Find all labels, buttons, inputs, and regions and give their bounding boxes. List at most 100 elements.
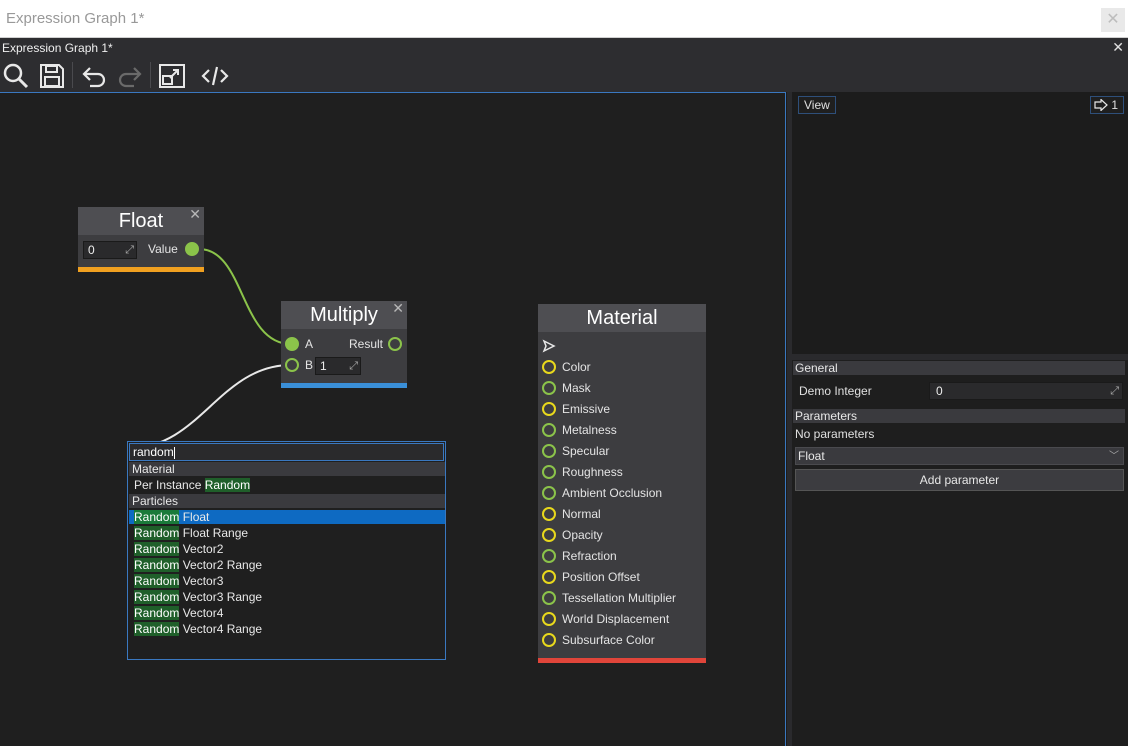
material-node-type-bar: [538, 658, 706, 663]
material-input-label: Color: [562, 360, 591, 374]
show-whole-graph-icon: [159, 64, 185, 88]
search-result-match: Random: [134, 558, 180, 572]
arrow-right-icon: [1094, 99, 1108, 111]
material-input-label: Roughness: [562, 465, 623, 479]
chevron-down-icon: ﹀: [1109, 451, 1119, 462]
preview-count-button[interactable]: 1: [1090, 96, 1124, 114]
drag-resize-icon[interactable]: ⤢: [349, 358, 358, 374]
material-input-port[interactable]: [542, 444, 556, 458]
material-input-port[interactable]: [542, 612, 556, 626]
search-group-header[interactable]: Particles: [129, 494, 445, 508]
parameter-type-value: Float: [798, 449, 825, 463]
multiply-input-b-port[interactable]: [285, 358, 299, 372]
multiply-input-a-port[interactable]: [285, 337, 299, 351]
search-result-item[interactable]: Random Vector4: [129, 606, 445, 620]
search-result-item[interactable]: Random Vector4 Range: [129, 622, 445, 636]
material-input-port[interactable]: [542, 633, 556, 647]
multiply-node-title: Multiply ✕: [281, 300, 407, 329]
search-result-item[interactable]: Random Vector3: [129, 574, 445, 588]
float-to-multiply-wire: [198, 248, 292, 345]
undo-button[interactable]: [80, 62, 108, 90]
search-result-suffix: Vector2 Range: [179, 558, 263, 572]
material-input-label: Refraction: [562, 549, 617, 563]
material-input-port[interactable]: [542, 549, 556, 563]
float-value-input[interactable]: 0 ⤢: [83, 241, 137, 259]
node-search-input[interactable]: random: [129, 443, 444, 461]
search-result-item[interactable]: Random Vector2: [129, 542, 445, 556]
show-source-code-button[interactable]: [200, 62, 229, 90]
search-result-suffix: Vector3 Range: [179, 590, 263, 604]
float-node[interactable]: Float ✕ 0 ⤢ Value: [78, 206, 204, 272]
search-group-header[interactable]: Material: [129, 462, 445, 476]
material-input-port[interactable]: [542, 465, 556, 479]
material-input-port[interactable]: [542, 486, 556, 500]
node-search-popup: random Material Per Instance Random Partic…: [127, 441, 446, 660]
pending-connection-wire: [129, 364, 292, 449]
material-input-port[interactable]: [542, 507, 556, 521]
parameters-section-header[interactable]: Parameters: [793, 409, 1125, 423]
material-input-port[interactable]: [542, 423, 556, 437]
search-result-item[interactable]: Random Float: [129, 510, 445, 524]
material-input-port[interactable]: [542, 381, 556, 395]
search-result-suffix: Vector2: [179, 542, 224, 556]
material-input-port[interactable]: [542, 402, 556, 416]
window-close-button[interactable]: ✕: [1101, 8, 1125, 32]
multiply-b-value-text: 1: [320, 359, 327, 373]
material-input-port[interactable]: [542, 570, 556, 584]
float-output-port[interactable]: [185, 242, 199, 256]
material-node[interactable]: Material Color Mask Emissive Metalness Specu…: [538, 304, 706, 663]
editor-tab-title: Expression Graph 1*: [2, 41, 113, 55]
save-button[interactable]: [38, 62, 66, 90]
float-node-close-button[interactable]: ✕: [189, 200, 201, 228]
editor-tab-bar: Expression Graph 1* ✕: [0, 38, 1128, 58]
save-icon: [40, 64, 64, 88]
search-result-item[interactable]: Random Float Range: [129, 526, 445, 540]
editor-tab-close-button[interactable]: ✕: [1112, 39, 1124, 56]
drag-resize-icon[interactable]: ⤢: [1110, 383, 1119, 399]
material-input-label: Subsurface Color: [562, 633, 655, 647]
demo-integer-label: Demo Integer: [799, 384, 872, 398]
search-result-suffix: Float: [179, 510, 210, 524]
multiply-node-close-button[interactable]: ✕: [392, 294, 404, 322]
no-parameters-text: No parameters: [795, 427, 875, 441]
add-parameter-button[interactable]: Add parameter: [795, 469, 1124, 491]
material-input-label: Tessellation Multiplier: [562, 591, 677, 605]
search-result-match: Random: [134, 574, 180, 588]
material-input-port[interactable]: [542, 528, 556, 542]
float-value-text: 0: [88, 243, 95, 257]
show-whole-graph-button[interactable]: [158, 62, 186, 90]
search-result-prefix: Per Instance: [134, 478, 205, 492]
demo-integer-input[interactable]: 0 ⤢: [929, 382, 1123, 400]
material-input-port[interactable]: [542, 591, 556, 605]
search-result-item[interactable]: Per Instance Random: [129, 478, 445, 492]
toolbar-separator: [150, 62, 151, 88]
search-result-item[interactable]: Random Vector2 Range: [129, 558, 445, 572]
multiply-node[interactable]: Multiply ✕ A Result B 1 ⤢: [281, 300, 407, 388]
execution-input-icon[interactable]: [542, 339, 556, 353]
search-result-suffix: Vector3: [179, 574, 224, 588]
search-button[interactable]: [2, 62, 30, 90]
multiply-node-type-bar: [281, 383, 407, 388]
parameter-type-dropdown[interactable]: Float ﹀: [795, 447, 1124, 465]
material-input-port[interactable]: [542, 360, 556, 374]
search-icon: [3, 63, 29, 89]
material-node-title: Material: [538, 304, 706, 332]
multiply-b-value-input[interactable]: 1 ⤢: [315, 357, 361, 375]
redo-button[interactable]: [116, 62, 144, 90]
node-search-query: random: [133, 445, 174, 459]
preview-viewport[interactable]: View 1: [792, 92, 1128, 354]
multiply-input-a-label: A: [305, 337, 314, 351]
search-result-match: Random: [134, 526, 180, 540]
graph-canvas[interactable]: Float ✕ 0 ⤢ Value Multiply ✕ A Result B …: [0, 92, 786, 746]
material-input-label: World Displacement: [562, 612, 670, 626]
search-result-item[interactable]: Random Vector3 Range: [129, 590, 445, 604]
material-input-label: Opacity: [562, 528, 603, 542]
drag-resize-icon[interactable]: ⤢: [125, 242, 134, 258]
multiply-node-title-text: Multiply: [310, 304, 378, 326]
search-result-suffix: Vector4 Range: [179, 622, 263, 636]
preview-splitter[interactable]: [792, 354, 1128, 360]
view-button[interactable]: View: [798, 96, 836, 114]
general-section-header[interactable]: General: [793, 361, 1125, 375]
multiply-input-b-label: B: [305, 358, 314, 372]
multiply-output-port[interactable]: [388, 337, 402, 351]
